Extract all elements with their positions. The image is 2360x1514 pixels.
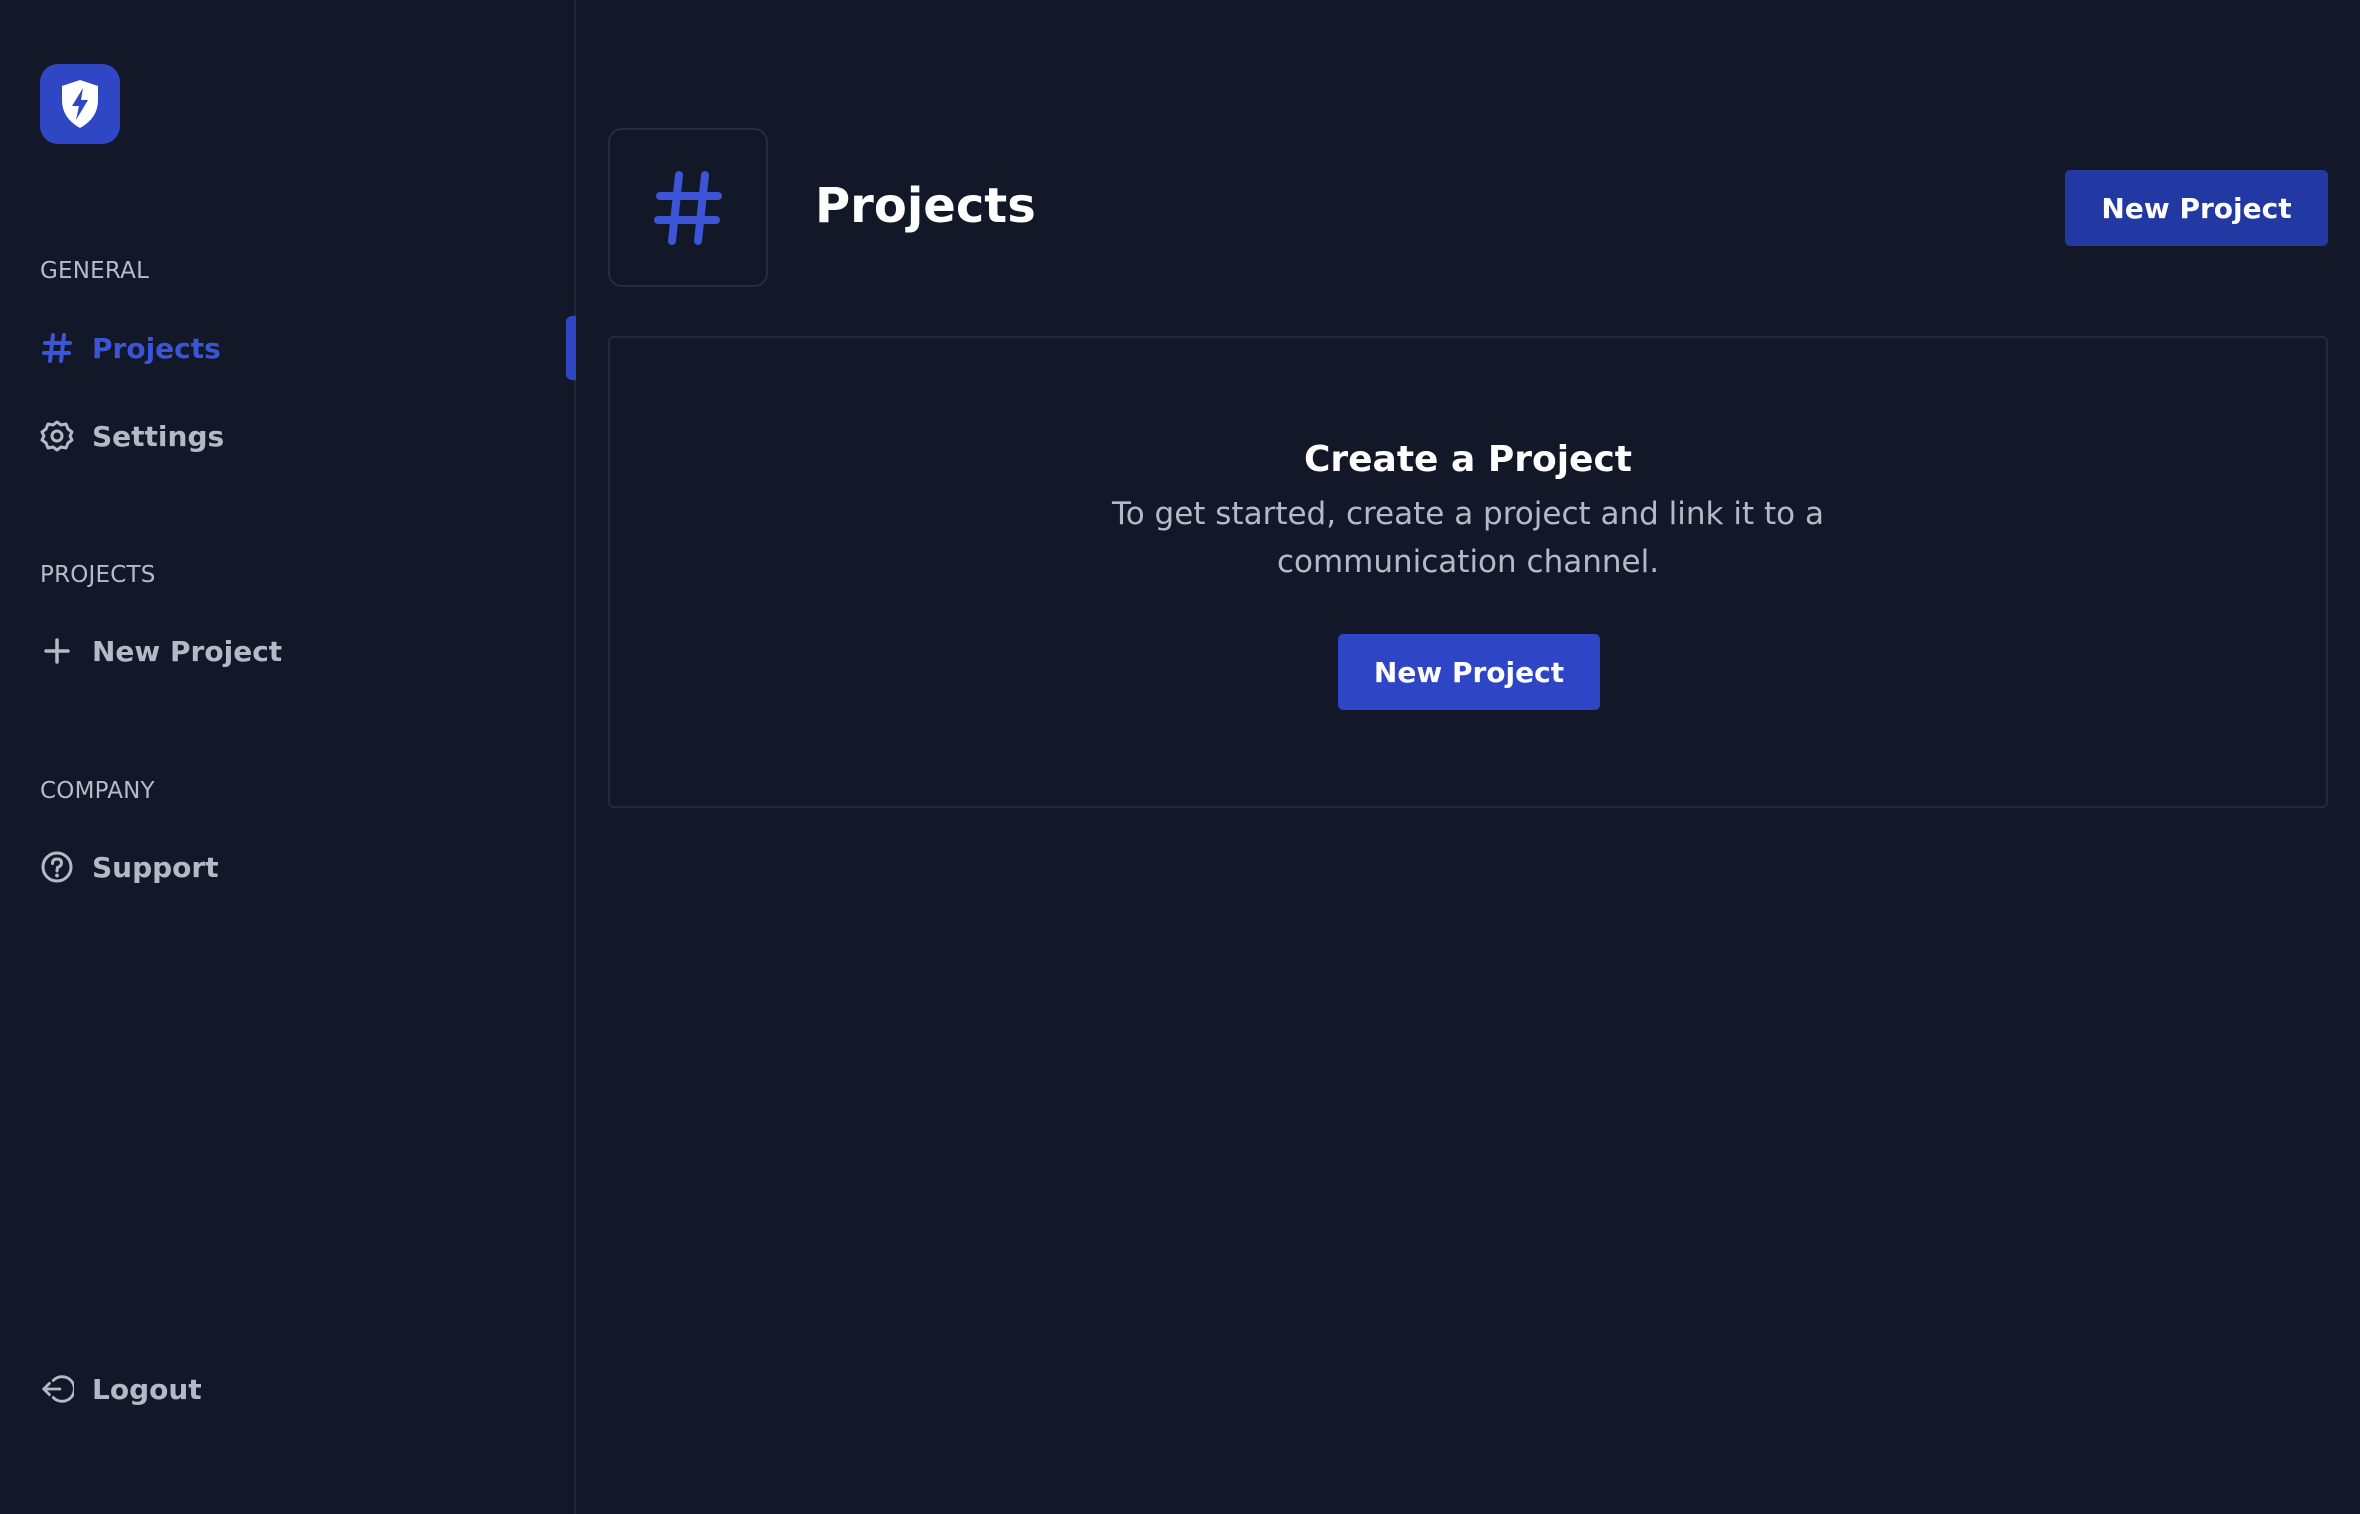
section-label-general: GENERAL <box>40 258 150 284</box>
section-label-projects: PROJECTS <box>40 562 156 588</box>
logout-icon <box>40 1372 74 1406</box>
sidebar-item-new-project[interactable]: New Project <box>40 629 282 673</box>
logout-button[interactable]: Logout <box>40 1367 202 1411</box>
hash-icon <box>40 331 74 365</box>
gear-icon <box>40 419 74 453</box>
active-nav-indicator <box>566 316 576 380</box>
shield-lightning-icon <box>62 80 98 128</box>
page-title: Projects <box>815 178 1036 234</box>
sidebar-item-support[interactable]: Support <box>40 845 219 889</box>
app-root: GENERAL Projects Settings PROJECTS New P… <box>0 0 2360 1514</box>
empty-state-title: Create a Project <box>1303 439 1633 480</box>
help-circle-icon <box>40 850 74 884</box>
header-icon-box <box>608 128 768 287</box>
app-logo[interactable] <box>40 64 120 144</box>
plus-icon <box>40 634 74 668</box>
sidebar-item-label: Projects <box>92 331 221 365</box>
sidebar: GENERAL Projects Settings PROJECTS New P… <box>0 0 576 1514</box>
sidebar-item-label: Support <box>92 850 219 884</box>
sidebar-item-label: New Project <box>92 634 283 668</box>
new-project-button[interactable]: New Project <box>2065 170 2328 246</box>
empty-state-description: To get started, create a project and lin… <box>1112 496 1824 580</box>
sidebar-item-settings[interactable]: Settings <box>40 414 224 458</box>
sidebar-item-projects[interactable]: Projects <box>40 326 221 370</box>
section-label-company: COMPANY <box>40 778 155 804</box>
create-project-button[interactable]: New Project <box>1338 634 1600 710</box>
empty-state-card: Create a Project To get started, create … <box>608 336 2328 808</box>
sidebar-item-label: Settings <box>92 419 225 453</box>
logout-label: Logout <box>92 1372 202 1406</box>
hash-icon <box>654 170 722 245</box>
